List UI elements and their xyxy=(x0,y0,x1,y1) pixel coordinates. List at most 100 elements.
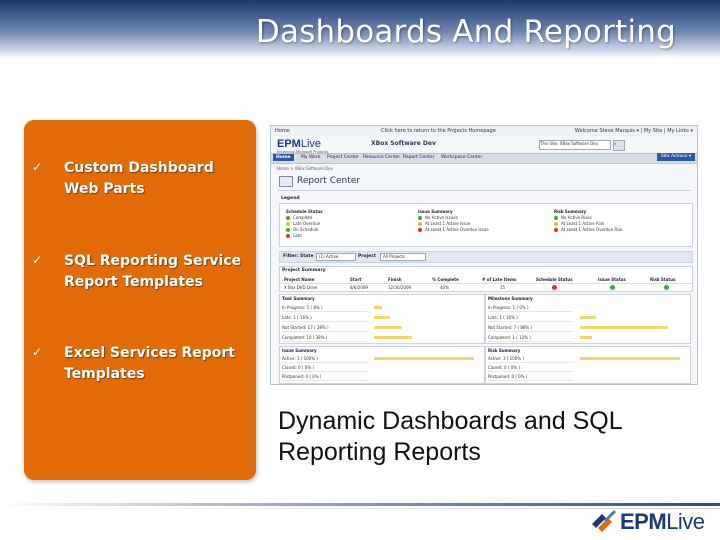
bullet-line: Web Parts xyxy=(64,181,145,197)
column-header[interactable]: % Complete xyxy=(432,276,459,283)
bullet-text: Excel Services Report Templates xyxy=(64,343,249,385)
milestone-summary: Milestone Summary In Progress: 1 ( 0% ) … xyxy=(485,294,691,344)
divider xyxy=(277,190,691,191)
column-header[interactable]: Risk Status xyxy=(650,276,676,283)
summary-row: Completed: 10 ( 38% ) xyxy=(282,333,482,342)
summary-text: Closed: 0 ( 0% ) xyxy=(488,363,573,372)
report-icon xyxy=(279,176,293,187)
summary-bar xyxy=(580,316,596,319)
column-header[interactable]: Schedule Status xyxy=(536,276,573,283)
summary-row: Active: 3 ( 100% ) xyxy=(488,354,688,363)
project-summary-label: Project Summary xyxy=(282,268,326,273)
column-header[interactable]: # of Late Items xyxy=(482,276,517,283)
legend-header: Issue Summary xyxy=(418,209,453,214)
summary-text: Active: 3 ( 100% ) xyxy=(488,354,573,363)
summary-bar xyxy=(580,357,680,360)
breadcrumb[interactable]: Home > XBox Software Dev xyxy=(277,166,333,171)
bullet-line: Custom Dashboard xyxy=(64,160,214,176)
summary-row: Not Started: 7 ( 88% ) xyxy=(488,323,688,332)
legend-item: At Least 1 Active Risk xyxy=(561,221,605,226)
column-header[interactable]: Finish xyxy=(388,276,402,283)
slide-title: Dashboards And Reporting xyxy=(255,14,676,50)
risk-summary-label: Risk Summary xyxy=(488,348,521,353)
summary-bar xyxy=(374,336,412,339)
red-status-icon xyxy=(286,234,290,238)
search-icon[interactable]: ⌕ xyxy=(613,140,625,151)
home-link[interactable]: Home xyxy=(275,128,290,134)
tab-project-center[interactable]: Project Center xyxy=(327,155,359,160)
summary-row: In Progress: 5 ( 8% ) xyxy=(282,303,482,312)
filter-bar: Filter: State (1) Active Project All Pro… xyxy=(279,251,693,263)
top-link-bar: Home Click here to return to the Project… xyxy=(271,126,697,136)
project-summary-table: Project Summary Project Name Start Finis… xyxy=(279,266,693,292)
legend-item: Late xyxy=(293,233,302,238)
summary-bar xyxy=(374,316,390,319)
bullet-line: SQL Reporting Service xyxy=(64,253,242,269)
feature-panel: ✓ Custom Dashboard Web Parts ✓ SQL Repor… xyxy=(24,120,256,480)
green-status-icon xyxy=(286,216,290,220)
tab-home[interactable]: Home xyxy=(273,154,294,161)
state-filter-select[interactable]: (1) Active xyxy=(316,253,356,261)
state-filter-label: Filter: State xyxy=(283,254,314,259)
project-filter-select[interactable]: All Projects xyxy=(380,253,426,261)
legend-item: On Schedule xyxy=(293,227,319,232)
issue-summary-label: Issue Summary xyxy=(282,348,317,353)
summary-row: Late: 1 ( 16% ) xyxy=(282,313,482,322)
red-status-icon xyxy=(418,228,422,232)
bullet-line: Excel Services Report xyxy=(64,345,235,361)
summary-bar xyxy=(580,326,668,329)
legend-item: At Least 1 Active Issue xyxy=(425,221,471,226)
summary-text: In Progress: 5 ( 8% ) xyxy=(282,303,367,312)
logo-live: Live xyxy=(666,509,705,534)
summary-text: Completed: 1 ( 12% ) xyxy=(488,333,573,342)
summary-text: Late: 1 ( 16% ) xyxy=(488,313,573,322)
bullet-text: Custom Dashboard Web Parts xyxy=(64,158,249,200)
green-status-icon xyxy=(418,216,422,220)
top-nav: Home My Work Project Center Resource Cen… xyxy=(271,153,697,164)
summary-text: Postponed: 0 ( 0% ) xyxy=(488,372,573,381)
table-row[interactable]: X Box DVD Drive 8/6/2009 12/30/2009 40% … xyxy=(280,284,692,291)
tab-my-work[interactable]: My Work xyxy=(301,155,320,160)
summary-text: In Progress: 1 ( 0% ) xyxy=(488,303,573,312)
task-summary-label: Task Summary xyxy=(282,296,315,301)
legend-item: No Active Issues xyxy=(425,215,458,220)
project-filter-label: Project xyxy=(358,254,377,259)
logo-epm: EPM xyxy=(620,509,667,534)
green-status-icon xyxy=(554,216,558,220)
legend-item: No Active Risks xyxy=(561,215,592,220)
column-header[interactable]: Issue Status xyxy=(598,276,626,283)
tab-report-center[interactable]: Report Center xyxy=(403,155,435,160)
page-title: Report Center xyxy=(297,176,360,186)
legend-header: Risk Summary xyxy=(554,209,587,214)
red-status-icon xyxy=(554,228,558,232)
project-name-cell[interactable]: X Box DVD Drive xyxy=(284,284,317,291)
column-header[interactable]: Project Name xyxy=(284,276,314,283)
summary-row: Late: 1 ( 16% ) xyxy=(488,313,688,322)
welcome-menu[interactable]: Welcome Steve Marquis ▾ | My Site | My L… xyxy=(575,128,693,134)
tab-workspace-center[interactable]: Workspace Center xyxy=(441,155,482,160)
yellow-status-icon xyxy=(286,222,290,226)
task-summary: Task Summary In Progress: 5 ( 8% ) Late:… xyxy=(279,294,485,344)
return-link[interactable]: Click here to return to the Projects Hom… xyxy=(381,128,496,134)
footer-divider xyxy=(0,503,720,506)
risk-summary: Risk Summary Active: 3 ( 100% ) Closed: … xyxy=(485,346,691,384)
green-status-icon xyxy=(286,228,290,232)
brand-epm: EPM xyxy=(277,138,301,150)
search-scope-select[interactable]: This Site: XBox Software Dev xyxy=(539,140,611,150)
tab-resource-center[interactable]: Resource Center xyxy=(363,155,400,160)
table-header: Project Name Start Finish % Complete # o… xyxy=(280,276,692,284)
legend-item: At Least 1 Active Overdue Risk xyxy=(561,227,623,232)
summary-text: Postponed: 0 ( 0% ) xyxy=(282,372,367,381)
summary-text: Active: 3 ( 100% ) xyxy=(282,354,367,363)
summary-text: Late: 1 ( 16% ) xyxy=(282,313,367,322)
milestone-summary-label: Milestone Summary xyxy=(488,296,533,301)
late-items-cell: 15 xyxy=(500,285,506,290)
logo-wordmark: EPMLive xyxy=(620,509,705,535)
summary-text: Closed: 0 ( 0% ) xyxy=(282,363,367,372)
bullet-line: Templates xyxy=(64,366,145,382)
site-actions-button[interactable]: Site Actions ▾ xyxy=(657,153,695,161)
risk-status-icon xyxy=(664,285,669,290)
column-header[interactable]: Start xyxy=(350,276,361,283)
summary-bar xyxy=(374,357,474,360)
epmlive-logo: EPMLive xyxy=(590,508,715,536)
